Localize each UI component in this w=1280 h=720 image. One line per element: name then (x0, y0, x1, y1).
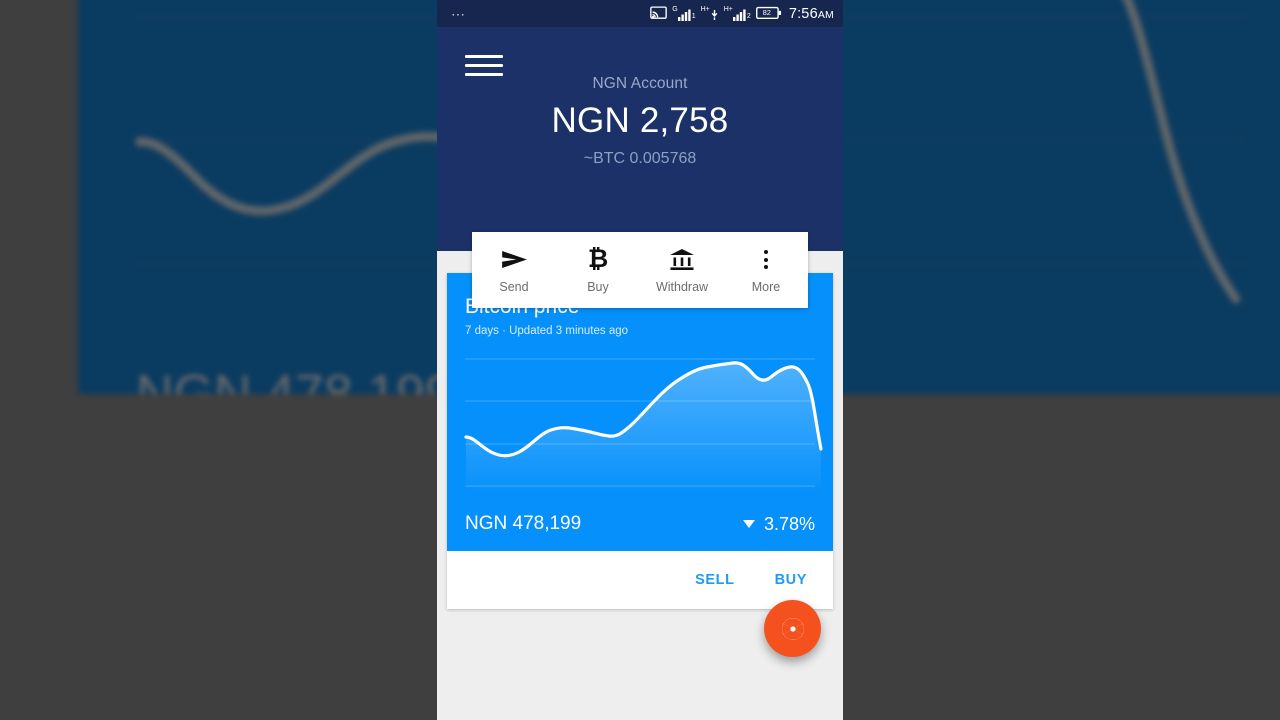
price-chart-svg (464, 358, 823, 489)
bank-icon (669, 247, 695, 273)
background-card-price: NGN 478,199 (136, 365, 454, 394)
price-card-footer: NGN 478,199 3.78% (447, 497, 833, 551)
account-balance: NGN 2,758 (551, 101, 729, 140)
price-value: NGN 478,199 (465, 513, 582, 534)
price-chart[interactable] (447, 349, 833, 497)
send-icon (501, 247, 528, 273)
sell-button[interactable]: SELL (679, 562, 750, 598)
price-change: 3.78% (742, 513, 815, 535)
action-more-label: More (751, 279, 781, 294)
buy-button[interactable]: BUY (759, 562, 823, 598)
status-clock-time: 7:56 (788, 5, 818, 22)
camera-shutter-icon (781, 617, 804, 640)
camera-fab-button[interactable] (764, 600, 821, 657)
action-buy[interactable]: ₿ Buy (556, 232, 640, 308)
battery-level-label: 82 (762, 8, 771, 18)
action-more[interactable]: More (724, 232, 808, 308)
cast-icon (650, 6, 668, 19)
price-card-actions: SELL BUY (447, 551, 833, 609)
action-buy-label: Buy (587, 279, 609, 294)
status-bar: ⋯ G 1 H+ H+ 2 82 7:56AM (437, 0, 843, 27)
battery-icon: 82 (755, 6, 782, 20)
account-header: NGN Account NGN 2,758 ~BTC 0.005768 Send… (437, 27, 843, 308)
signal-hplus-icon: H+ (701, 6, 719, 21)
action-send[interactable]: Send (472, 232, 556, 308)
status-clock-ampm: AM (817, 8, 834, 21)
signal-hplus-2-icon: H+ 2 (723, 6, 751, 21)
phone-screen: ⋯ G 1 H+ H+ 2 82 7:56AM NGN Account NGN … (437, 0, 843, 720)
account-btc-equivalent: ~BTC 0.005768 (583, 150, 697, 167)
action-withdraw-label: Withdraw (655, 279, 709, 294)
trend-down-icon (742, 520, 755, 528)
quick-action-bar: Send ₿ Buy Withdraw More (472, 232, 808, 308)
chart-area-fill (466, 362, 821, 489)
action-withdraw[interactable]: Withdraw (640, 232, 724, 308)
status-bar-icons: G 1 H+ H+ 2 82 7:56AM (650, 6, 834, 21)
hamburger-icon[interactable] (465, 46, 503, 84)
status-overflow-icon: ⋯ (451, 5, 466, 22)
more-vertical-icon (764, 247, 768, 273)
bitcoin-price-card: Bitcoin price 7 days · Updated 3 minutes… (447, 273, 833, 609)
bitcoin-icon: ₿ (587, 245, 609, 273)
action-send-label: Send (499, 279, 529, 294)
signal-g-icon: G 1 (672, 6, 696, 21)
status-clock: 7:56AM (788, 5, 834, 22)
price-change-value: 3.78% (763, 513, 815, 534)
price-card-blue-section: Bitcoin price 7 days · Updated 3 minutes… (447, 273, 833, 551)
price-card-subtitle: 7 days · Updated 3 minutes ago (465, 325, 629, 337)
screenshot-root: Send Buy Withdraw More Bitcoin price 7 d… (0, 0, 1280, 720)
content-area: Bitcoin price 7 days · Updated 3 minutes… (437, 251, 843, 690)
